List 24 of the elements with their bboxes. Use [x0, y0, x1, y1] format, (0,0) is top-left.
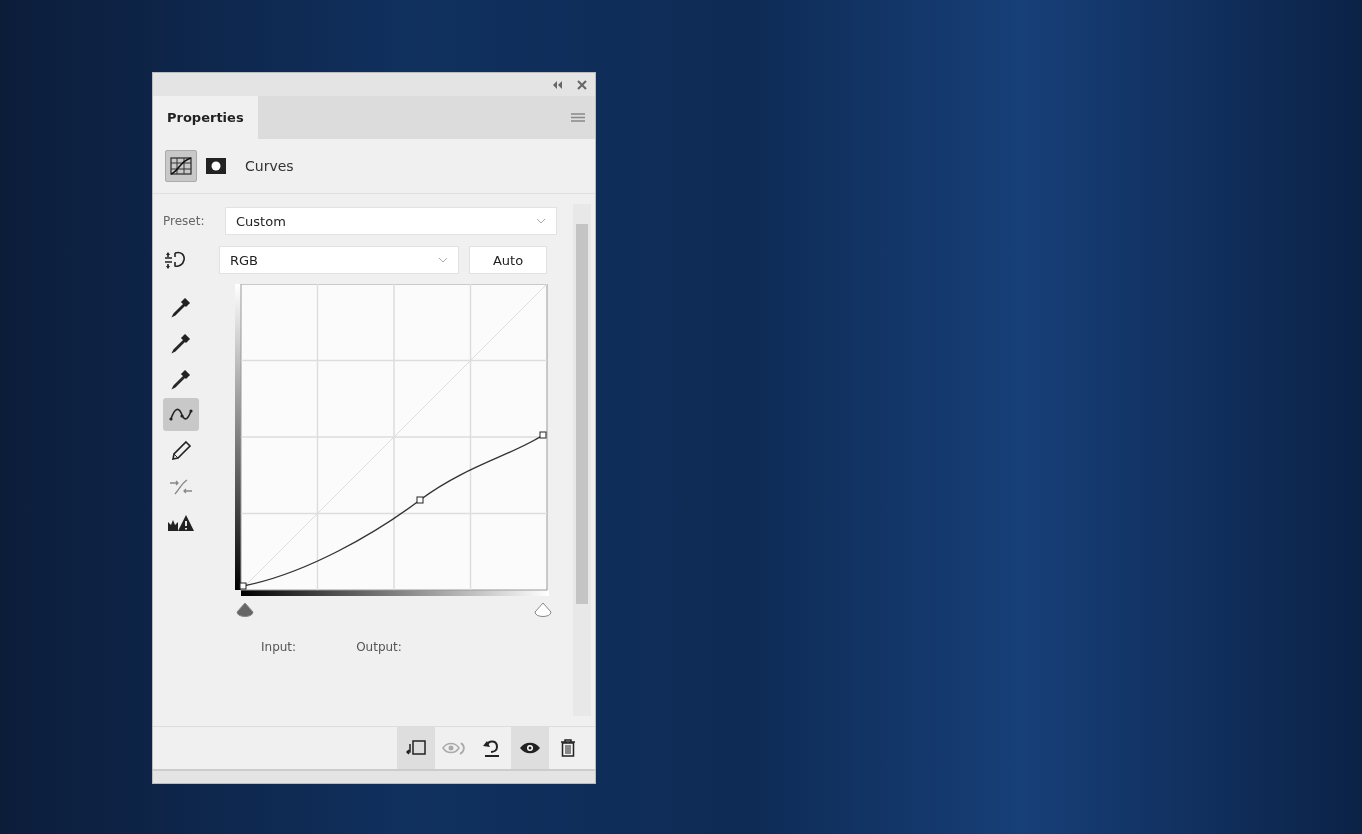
- curve-icon[interactable]: [163, 398, 199, 431]
- close-icon[interactable]: [577, 79, 587, 90]
- shadow-input-handle[interactable]: [235, 602, 255, 620]
- properties-tab[interactable]: Properties: [153, 96, 258, 139]
- visibility-icon[interactable]: [511, 727, 549, 769]
- preset-label: Preset:: [163, 214, 206, 228]
- channel-dropdown[interactable]: RGB: [219, 246, 459, 274]
- chevron-icon: [438, 257, 448, 263]
- output-label: Output:: [356, 640, 402, 654]
- curves-grid-icon[interactable]: [165, 150, 197, 182]
- highlight-input-handle[interactable]: [533, 602, 553, 620]
- menu-icon[interactable]: [571, 113, 585, 122]
- scrollbar[interactable]: [573, 204, 591, 716]
- collapse-icon[interactable]: [553, 80, 563, 89]
- chevron-icon: [536, 218, 546, 224]
- resize-grip[interactable]: [153, 769, 595, 783]
- curve-point[interactable]: [239, 582, 247, 590]
- curve-point[interactable]: [416, 496, 424, 504]
- curve-point[interactable]: [539, 431, 547, 439]
- preset-dropdown[interactable]: Custom: [225, 207, 557, 235]
- clip-to-layer-icon[interactable]: [397, 727, 435, 769]
- panel-title: Curves: [245, 158, 294, 174]
- auto-button[interactable]: Auto: [469, 246, 547, 274]
- input-label: Input:: [261, 640, 297, 654]
